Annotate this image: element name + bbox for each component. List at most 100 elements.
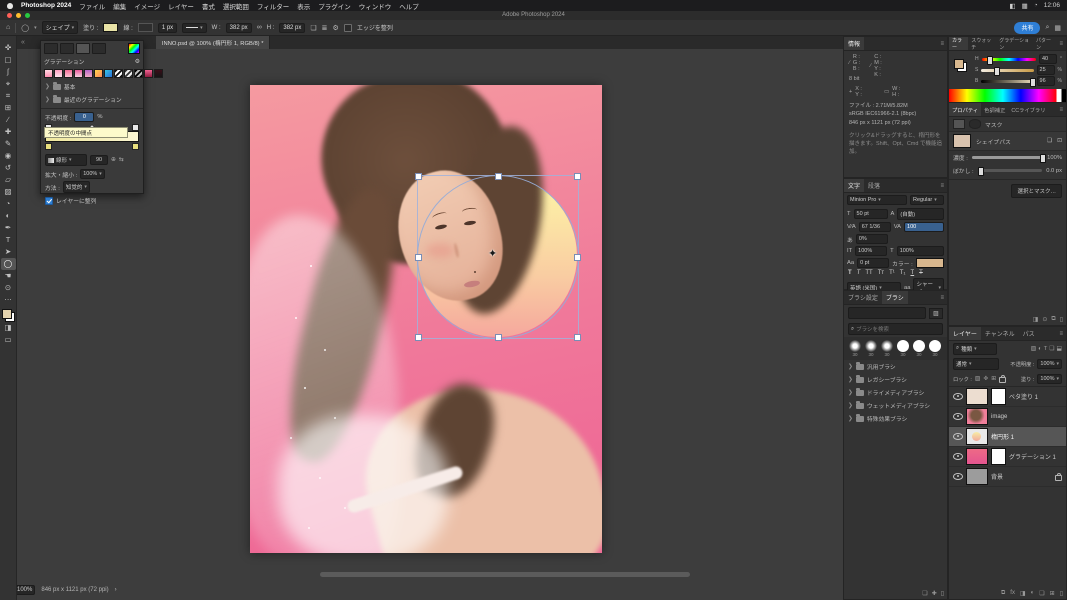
- menu-app-name[interactable]: Photoshop 2024: [21, 2, 71, 9]
- gradient-folder-recent[interactable]: ❯ 最近のグラデーション: [41, 93, 143, 106]
- filter-shape-icon[interactable]: ❏: [1049, 346, 1054, 352]
- rotate-gradient-icon[interactable]: ⊕: [111, 157, 116, 163]
- delete-layer-icon[interactable]: ▯: [1060, 590, 1063, 597]
- shape-path-thumbnail[interactable]: [953, 134, 971, 148]
- gradient-type-select[interactable]: 線形 ▾: [45, 154, 87, 166]
- soft-brush-preview[interactable]: [881, 340, 893, 352]
- layer-name[interactable]: 楕円形 1: [991, 432, 1014, 441]
- solid-fill-button[interactable]: [60, 43, 74, 54]
- tab-character[interactable]: 文字: [844, 179, 864, 192]
- new-layer-icon[interactable]: ⊞: [1050, 590, 1055, 597]
- tab-gradients[interactable]: グラデーション: [996, 37, 1033, 50]
- opacity-stop-right[interactable]: [132, 124, 139, 131]
- gradient-swatch[interactable]: [124, 69, 133, 78]
- type-tool[interactable]: T: [1, 234, 16, 246]
- tab-paragraph[interactable]: 段落: [864, 179, 884, 192]
- layer-visibility-icon[interactable]: [953, 473, 963, 480]
- tab-color[interactable]: カラー: [949, 37, 968, 50]
- gradient-folder-basics[interactable]: ❯ 基本: [41, 80, 143, 93]
- faux-bold-button[interactable]: T: [848, 270, 852, 276]
- crop-tool[interactable]: ⌗: [1, 90, 16, 102]
- font-size-field[interactable]: 50 pt: [854, 209, 888, 219]
- eyedropper-tool[interactable]: ∕: [1, 114, 16, 126]
- menu-filter[interactable]: フィルター: [257, 1, 289, 11]
- gradient-angle-field[interactable]: 90: [90, 155, 108, 165]
- feather-slider-thumb[interactable]: [978, 167, 984, 176]
- layer-visibility-icon[interactable]: [953, 413, 963, 420]
- pen-tool[interactable]: ✒: [1, 222, 16, 234]
- new-brush-icon[interactable]: ✚: [932, 590, 937, 597]
- horizontal-scrollbar[interactable]: [320, 572, 690, 577]
- layer-visibility-icon[interactable]: [953, 393, 963, 400]
- gradient-swatch[interactable]: [44, 69, 53, 78]
- blur-tool[interactable]: ◔: [1, 198, 16, 210]
- density-slider[interactable]: [972, 156, 1043, 159]
- shape-mode-select[interactable]: シェイプ ▾: [42, 21, 79, 34]
- marquee-tool[interactable]: ▢: [1, 54, 16, 66]
- tab-patterns[interactable]: パターン: [1033, 37, 1056, 50]
- brush-tool[interactable]: ✎: [1, 138, 16, 150]
- mask-link-icon[interactable]: ❏: [1047, 138, 1052, 144]
- tab-brush-settings[interactable]: ブラシ設定: [844, 291, 882, 304]
- layer-row-solid-fill[interactable]: ベタ塗り 1: [949, 387, 1066, 407]
- apple-icon[interactable]: [7, 3, 13, 9]
- panel-menu-icon[interactable]: ≡: [1056, 331, 1066, 337]
- reverse-gradient-icon[interactable]: ⇆: [119, 157, 124, 163]
- layer-row-ellipse[interactable]: 楕円形 1: [949, 427, 1066, 447]
- menu-file[interactable]: ファイル: [79, 1, 105, 11]
- saturation-slider-thumb[interactable]: [994, 67, 1000, 76]
- panel-menu-icon[interactable]: ≡: [937, 183, 947, 189]
- pattern-fill-button[interactable]: [92, 43, 106, 54]
- status-icon-2[interactable]: ▦: [1022, 2, 1028, 10]
- layer-thumbnail[interactable]: [966, 388, 988, 405]
- hue-field[interactable]: 40: [1039, 54, 1057, 64]
- feather-slider[interactable]: [978, 169, 1043, 172]
- color-panel-swatches[interactable]: [954, 59, 967, 72]
- brush-folder-special-effects[interactable]: ❯ 特殊効果ブラシ: [844, 412, 947, 425]
- horizontal-scale-field[interactable]: 100%: [897, 246, 944, 256]
- status-icon-3[interactable]: ◔: [1034, 2, 1038, 9]
- layer-visibility-icon[interactable]: [953, 453, 963, 460]
- tab-adjustments[interactable]: 色調補正: [981, 103, 1008, 116]
- vertical-scale-field[interactable]: 100%: [855, 246, 887, 256]
- menu-view[interactable]: 表示: [297, 1, 310, 11]
- panel-menu-icon[interactable]: ≡: [937, 295, 947, 301]
- layer-name[interactable]: 背景: [991, 472, 1003, 481]
- brightness-slider-thumb[interactable]: [1030, 78, 1036, 87]
- leading-field[interactable]: (自動): [897, 208, 944, 220]
- vector-mask-button[interactable]: [969, 119, 981, 129]
- panel-menu-icon[interactable]: ≡: [937, 41, 947, 47]
- faux-italic-button[interactable]: T: [857, 270, 861, 276]
- path-selection-tool[interactable]: ➤: [1, 246, 16, 258]
- dodge-tool[interactable]: ◐: [1, 210, 16, 222]
- density-slider-thumb[interactable]: [1040, 154, 1046, 163]
- hard-brush-preview[interactable]: [929, 340, 941, 352]
- hard-brush-preview[interactable]: [913, 340, 925, 352]
- gradient-swatch[interactable]: [54, 69, 63, 78]
- edit-toolbar-icon[interactable]: ⋯: [1, 294, 16, 306]
- gradient-swatch[interactable]: [144, 69, 153, 78]
- foreground-background-swatches[interactable]: [2, 309, 15, 322]
- gradient-swatch[interactable]: [84, 69, 93, 78]
- color-stop-left[interactable]: [45, 143, 52, 150]
- history-brush-tool[interactable]: ↺: [1, 162, 16, 174]
- transform-handle-w[interactable]: [415, 254, 422, 261]
- shape-width-field[interactable]: 382 px: [226, 23, 252, 33]
- panel-menu-icon[interactable]: ≡: [1056, 41, 1066, 47]
- ellipse-shape-tool[interactable]: ◯: [1, 258, 16, 270]
- gradient-swatch[interactable]: [64, 69, 73, 78]
- foreground-color-swatch[interactable]: [2, 309, 12, 319]
- opacity-field[interactable]: 0: [74, 112, 94, 122]
- layer-name[interactable]: ベタ塗り 1: [1009, 392, 1038, 401]
- superscript-button[interactable]: T¹: [889, 270, 895, 276]
- layer-mask-thumbnail[interactable]: [991, 388, 1006, 405]
- mask-apply-icon[interactable]: ⧉: [1051, 316, 1055, 323]
- filter-adjustment-icon[interactable]: ◐: [1038, 346, 1042, 352]
- menu-type[interactable]: 書式: [202, 1, 215, 11]
- brush-folder-general[interactable]: ❯ 汎用ブラシ: [844, 360, 947, 373]
- transform-handle-n[interactable]: [495, 173, 502, 180]
- foreground-color-swatch[interactable]: [954, 59, 964, 69]
- layer-name[interactable]: image: [991, 414, 1007, 420]
- brush-folder-dry-media[interactable]: ❯ ドライメディアブラシ: [844, 386, 947, 399]
- move-tool[interactable]: ✜: [1, 42, 16, 54]
